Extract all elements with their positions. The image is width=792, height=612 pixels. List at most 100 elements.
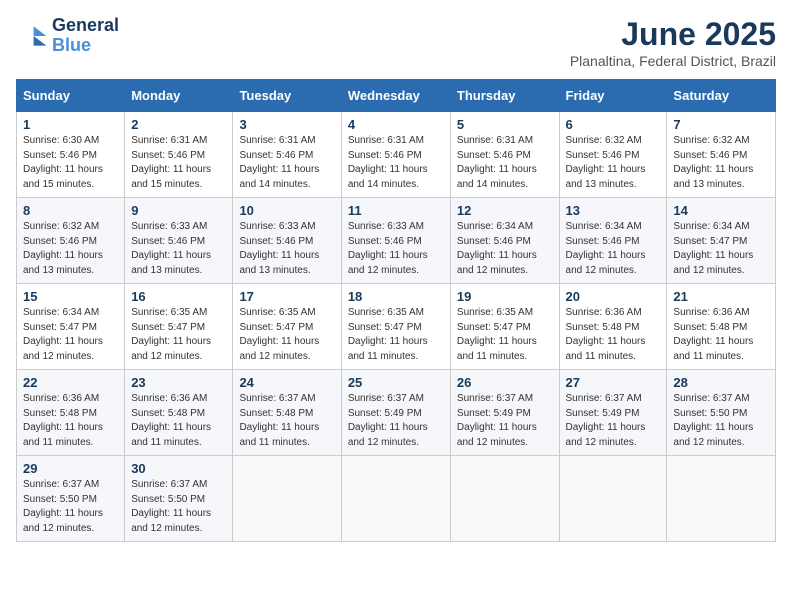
day-info: Sunrise: 6:34 AMSunset: 5:47 PMDaylight:… (673, 221, 753, 276)
day-number: 3 (239, 117, 334, 132)
day-number: 4 (348, 117, 444, 132)
day-number: 25 (348, 375, 444, 390)
day-info: Sunrise: 6:35 AMSunset: 5:47 PMDaylight:… (457, 307, 537, 362)
day-number: 9 (131, 203, 226, 218)
day-number: 24 (239, 375, 334, 390)
calendar-week-row: 1 Sunrise: 6:30 AMSunset: 5:46 PMDayligh… (17, 112, 776, 198)
day-info: Sunrise: 6:31 AMSunset: 5:46 PMDaylight:… (457, 135, 537, 190)
logo-icon (16, 20, 48, 52)
table-row: 15 Sunrise: 6:34 AMSunset: 5:47 PMDaylig… (17, 284, 125, 370)
day-info: Sunrise: 6:37 AMSunset: 5:48 PMDaylight:… (239, 393, 319, 448)
table-row: 19 Sunrise: 6:35 AMSunset: 5:47 PMDaylig… (450, 284, 559, 370)
table-row: 11 Sunrise: 6:33 AMSunset: 5:46 PMDaylig… (341, 198, 450, 284)
table-row: 2 Sunrise: 6:31 AMSunset: 5:46 PMDayligh… (125, 112, 233, 198)
table-row: 21 Sunrise: 6:36 AMSunset: 5:48 PMDaylig… (667, 284, 776, 370)
day-info: Sunrise: 6:37 AMSunset: 5:49 PMDaylight:… (566, 393, 646, 448)
calendar-header-row: Sunday Monday Tuesday Wednesday Thursday… (17, 80, 776, 112)
calendar-week-row: 29 Sunrise: 6:37 AMSunset: 5:50 PMDaylig… (17, 456, 776, 542)
day-info: Sunrise: 6:36 AMSunset: 5:48 PMDaylight:… (131, 393, 211, 448)
col-saturday: Saturday (667, 80, 776, 112)
table-row: 22 Sunrise: 6:36 AMSunset: 5:48 PMDaylig… (17, 370, 125, 456)
day-info: Sunrise: 6:36 AMSunset: 5:48 PMDaylight:… (673, 307, 753, 362)
day-number: 22 (23, 375, 118, 390)
empty-cell (450, 456, 559, 542)
day-number: 16 (131, 289, 226, 304)
day-number: 8 (23, 203, 118, 218)
table-row: 20 Sunrise: 6:36 AMSunset: 5:48 PMDaylig… (559, 284, 667, 370)
col-wednesday: Wednesday (341, 80, 450, 112)
day-info: Sunrise: 6:34 AMSunset: 5:47 PMDaylight:… (23, 307, 103, 362)
table-row: 28 Sunrise: 6:37 AMSunset: 5:50 PMDaylig… (667, 370, 776, 456)
empty-cell (559, 456, 667, 542)
table-row: 5 Sunrise: 6:31 AMSunset: 5:46 PMDayligh… (450, 112, 559, 198)
title-block: June 2025 Planaltina, Federal District, … (570, 16, 776, 69)
day-info: Sunrise: 6:36 AMSunset: 5:48 PMDaylight:… (23, 393, 103, 448)
day-info: Sunrise: 6:37 AMSunset: 5:49 PMDaylight:… (348, 393, 428, 448)
table-row: 13 Sunrise: 6:34 AMSunset: 5:46 PMDaylig… (559, 198, 667, 284)
calendar-week-row: 8 Sunrise: 6:32 AMSunset: 5:46 PMDayligh… (17, 198, 776, 284)
location-subtitle: Planaltina, Federal District, Brazil (570, 53, 776, 69)
table-row: 27 Sunrise: 6:37 AMSunset: 5:49 PMDaylig… (559, 370, 667, 456)
table-row: 8 Sunrise: 6:32 AMSunset: 5:46 PMDayligh… (17, 198, 125, 284)
day-info: Sunrise: 6:37 AMSunset: 5:50 PMDaylight:… (23, 479, 103, 534)
day-number: 7 (673, 117, 769, 132)
day-number: 26 (457, 375, 553, 390)
day-number: 27 (566, 375, 661, 390)
col-monday: Monday (125, 80, 233, 112)
table-row: 12 Sunrise: 6:34 AMSunset: 5:46 PMDaylig… (450, 198, 559, 284)
day-info: Sunrise: 6:31 AMSunset: 5:46 PMDaylight:… (239, 135, 319, 190)
day-info: Sunrise: 6:32 AMSunset: 5:46 PMDaylight:… (23, 221, 103, 276)
day-info: Sunrise: 6:30 AMSunset: 5:46 PMDaylight:… (23, 135, 103, 190)
table-row: 24 Sunrise: 6:37 AMSunset: 5:48 PMDaylig… (233, 370, 341, 456)
empty-cell (233, 456, 341, 542)
col-tuesday: Tuesday (233, 80, 341, 112)
day-info: Sunrise: 6:37 AMSunset: 5:50 PMDaylight:… (131, 479, 211, 534)
day-info: Sunrise: 6:35 AMSunset: 5:47 PMDaylight:… (239, 307, 319, 362)
day-number: 13 (566, 203, 661, 218)
day-info: Sunrise: 6:34 AMSunset: 5:46 PMDaylight:… (566, 221, 646, 276)
logo: GeneralBlue (16, 16, 119, 56)
calendar-week-row: 22 Sunrise: 6:36 AMSunset: 5:48 PMDaylig… (17, 370, 776, 456)
day-number: 20 (566, 289, 661, 304)
day-number: 18 (348, 289, 444, 304)
day-info: Sunrise: 6:33 AMSunset: 5:46 PMDaylight:… (131, 221, 211, 276)
col-friday: Friday (559, 80, 667, 112)
table-row: 17 Sunrise: 6:35 AMSunset: 5:47 PMDaylig… (233, 284, 341, 370)
logo-text: GeneralBlue (52, 16, 119, 56)
empty-cell (341, 456, 450, 542)
day-info: Sunrise: 6:35 AMSunset: 5:47 PMDaylight:… (348, 307, 428, 362)
day-number: 28 (673, 375, 769, 390)
table-row: 30 Sunrise: 6:37 AMSunset: 5:50 PMDaylig… (125, 456, 233, 542)
table-row: 23 Sunrise: 6:36 AMSunset: 5:48 PMDaylig… (125, 370, 233, 456)
day-number: 14 (673, 203, 769, 218)
day-info: Sunrise: 6:31 AMSunset: 5:46 PMDaylight:… (131, 135, 211, 190)
table-row: 10 Sunrise: 6:33 AMSunset: 5:46 PMDaylig… (233, 198, 341, 284)
table-row: 9 Sunrise: 6:33 AMSunset: 5:46 PMDayligh… (125, 198, 233, 284)
day-info: Sunrise: 6:31 AMSunset: 5:46 PMDaylight:… (348, 135, 428, 190)
table-row: 1 Sunrise: 6:30 AMSunset: 5:46 PMDayligh… (17, 112, 125, 198)
table-row: 4 Sunrise: 6:31 AMSunset: 5:46 PMDayligh… (341, 112, 450, 198)
day-info: Sunrise: 6:37 AMSunset: 5:49 PMDaylight:… (457, 393, 537, 448)
calendar-week-row: 15 Sunrise: 6:34 AMSunset: 5:47 PMDaylig… (17, 284, 776, 370)
day-number: 5 (457, 117, 553, 132)
day-info: Sunrise: 6:33 AMSunset: 5:46 PMDaylight:… (348, 221, 428, 276)
day-info: Sunrise: 6:33 AMSunset: 5:46 PMDaylight:… (239, 221, 319, 276)
day-info: Sunrise: 6:36 AMSunset: 5:48 PMDaylight:… (566, 307, 646, 362)
day-info: Sunrise: 6:32 AMSunset: 5:46 PMDaylight:… (566, 135, 646, 190)
day-number: 2 (131, 117, 226, 132)
day-info: Sunrise: 6:37 AMSunset: 5:50 PMDaylight:… (673, 393, 753, 448)
day-number: 19 (457, 289, 553, 304)
table-row: 25 Sunrise: 6:37 AMSunset: 5:49 PMDaylig… (341, 370, 450, 456)
table-row: 26 Sunrise: 6:37 AMSunset: 5:49 PMDaylig… (450, 370, 559, 456)
day-number: 10 (239, 203, 334, 218)
day-number: 21 (673, 289, 769, 304)
day-info: Sunrise: 6:32 AMSunset: 5:46 PMDaylight:… (673, 135, 753, 190)
day-number: 12 (457, 203, 553, 218)
table-row: 7 Sunrise: 6:32 AMSunset: 5:46 PMDayligh… (667, 112, 776, 198)
day-number: 11 (348, 203, 444, 218)
day-info: Sunrise: 6:35 AMSunset: 5:47 PMDaylight:… (131, 307, 211, 362)
day-number: 23 (131, 375, 226, 390)
month-year-title: June 2025 (570, 16, 776, 53)
day-number: 29 (23, 461, 118, 476)
table-row: 18 Sunrise: 6:35 AMSunset: 5:47 PMDaylig… (341, 284, 450, 370)
